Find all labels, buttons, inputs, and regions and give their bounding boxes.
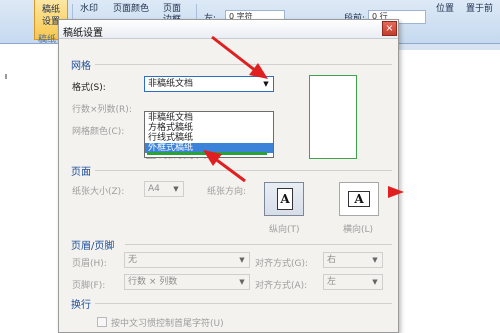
chevron-down-icon[interactable]: ▼ <box>369 254 381 266</box>
footer-value: 行数 × 列数 <box>128 277 178 287</box>
paper-settings-label-1: 稿纸 <box>41 5 60 15</box>
text-mark <box>5 74 7 79</box>
chevron-down-icon[interactable]: ▼ <box>369 276 381 288</box>
gridcolor-label: 网格颜色(C): <box>72 127 125 137</box>
footer-select[interactable]: 行数 × 列数 ▼ <box>124 274 250 290</box>
header-align-label: 对齐方式(G): <box>255 259 309 269</box>
footer-align-value: 左 <box>327 277 337 287</box>
page-section-heading: 页面 <box>71 167 91 178</box>
section-divider <box>95 303 392 304</box>
portrait-page-icon: A <box>277 188 293 210</box>
header-select[interactable]: 无 ▼ <box>124 252 250 268</box>
format-select-value: 非稿纸文档 <box>148 79 194 89</box>
footer-align-select[interactable]: 左 ▼ <box>323 274 383 290</box>
landscape-button[interactable]: A <box>339 182 379 216</box>
wrap-section-heading: 换行 <box>71 300 91 311</box>
chevron-down-icon[interactable]: ▼ <box>236 276 248 288</box>
page-color-button[interactable]: 页面颜色 <box>113 1 149 14</box>
document-area <box>0 44 58 333</box>
position-button[interactable]: 位置 <box>436 1 454 14</box>
portrait-button[interactable]: A <box>264 182 304 216</box>
watermark-button[interactable]: 水印 <box>80 1 98 14</box>
paper-size-select[interactable]: A4 ▼ <box>144 181 184 197</box>
format-option[interactable]: 行线式稿纸 <box>145 133 273 143</box>
wrap-control-label: 按中文习惯控制首尾字符(U) <box>111 319 224 329</box>
paper-size-label: 纸张大小(Z): <box>72 187 125 197</box>
section-divider <box>95 170 392 171</box>
paper-settings-dialog: 稿纸设置 × 网格 格式(S): 非稿纸文档 ▼ 非稿纸文档 方格式稿纸 行线式… <box>58 19 399 333</box>
section-divider <box>95 64 392 65</box>
rowcol-label: 行数×列数(R): <box>72 105 132 115</box>
portrait-label: 纵向(T) <box>269 225 300 235</box>
landscape-page-icon: A <box>348 191 370 207</box>
section-divider <box>125 244 392 245</box>
wrap-control-checkbox[interactable] <box>97 317 107 327</box>
bring-forward-button[interactable]: 置于前 <box>466 1 493 14</box>
grid-preview <box>309 75 357 159</box>
header-align-select[interactable]: 右 ▼ <box>323 252 383 268</box>
header-align-value: 右 <box>327 255 337 265</box>
header-footer-section-heading: 页眉/页脚 <box>71 241 115 252</box>
format-option[interactable]: 非稿纸文档 <box>145 113 273 123</box>
format-dropdown-list: 非稿纸文档 方格式稿纸 行线式稿纸 外框式稿纸 <box>144 111 274 158</box>
landscape-label: 横向(L) <box>343 225 374 235</box>
close-button[interactable]: × <box>382 21 397 36</box>
footer-label: 页脚(F): <box>72 281 106 291</box>
format-option[interactable]: 方格式稿纸 <box>145 123 273 133</box>
grid-section-heading: 网格 <box>71 61 91 72</box>
selection-underline <box>147 152 267 155</box>
chevron-down-icon[interactable]: ▼ <box>260 78 272 90</box>
format-label: 格式(S): <box>72 83 106 93</box>
orientation-label: 纸张方向: <box>207 187 247 197</box>
dialog-titlebar[interactable]: 稿纸设置 × <box>59 20 398 39</box>
format-select[interactable]: 非稿纸文档 ▼ <box>144 76 274 92</box>
header-value: 无 <box>128 255 138 265</box>
footer-align-label: 对齐方式(A): <box>255 281 308 291</box>
header-label: 页眉(H): <box>72 259 107 269</box>
dialog-title: 稿纸设置 <box>63 28 103 39</box>
chevron-down-icon[interactable]: ▼ <box>170 183 182 195</box>
chevron-down-icon[interactable]: ▼ <box>236 254 248 266</box>
paper-size-value: A4 <box>148 184 160 194</box>
